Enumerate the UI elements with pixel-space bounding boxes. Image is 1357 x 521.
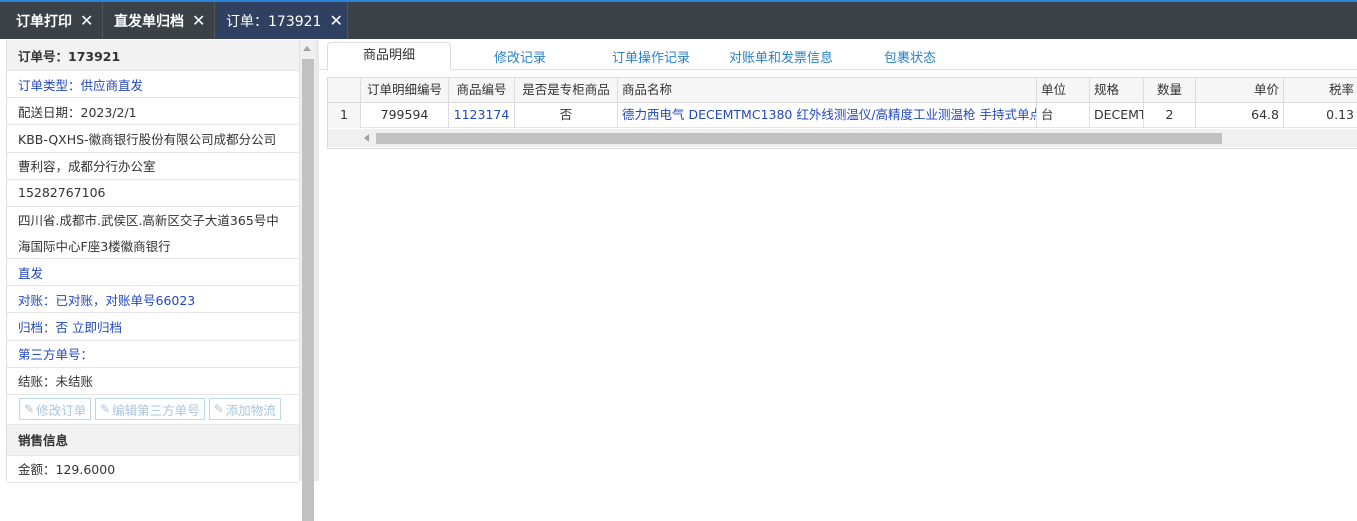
address-line-2: 海国际中心F座3楼徽商银行 (7, 233, 299, 259)
sales-amount: 金额：129.6000 (7, 456, 299, 484)
close-icon[interactable]: ✕ (80, 11, 93, 30)
action-buttons: ✎ 修改订单 ✎ 编辑第三方单号 ✎ 添加物流 (7, 395, 299, 425)
edit-icon: ✎ (24, 402, 35, 417)
archive-status[interactable]: 归档：否 立即归档 (7, 313, 299, 341)
tab-label: 直发单归档 (114, 13, 184, 30)
edit-third-party-button[interactable]: ✎ 编辑第三方单号 (95, 398, 205, 421)
cell-counter: 否 (515, 103, 618, 128)
scroll-left-arrow-icon[interactable] (364, 134, 369, 142)
close-icon[interactable]: ✕ (329, 11, 342, 30)
cell-unit: 台 (1037, 103, 1090, 128)
tab-bar: 订单打印 ✕ 直发单归档 ✕ 订单：173921 ✕ (0, 2, 1357, 39)
tab-order-detail[interactable]: 订单：173921 ✕ (216, 2, 348, 39)
col-header-product-id[interactable]: 商品编号 (449, 78, 515, 103)
customer-name: KBB-QXHS-徽商银行股份有限公司成都分公司 (7, 125, 299, 153)
col-header-quantity[interactable]: 数量 (1144, 78, 1196, 103)
contact-name: 曹利容，成都分行办公室 (7, 153, 299, 180)
tab-label: 订单打印 (16, 13, 72, 30)
cell-price: 64.8 (1196, 103, 1284, 128)
col-header-product-name[interactable]: 商品名称 (618, 78, 1037, 103)
tab-label: 订单：173921 (226, 13, 322, 30)
col-header-unit[interactable]: 单位 (1037, 78, 1090, 103)
tab-order-print[interactable]: 订单打印 ✕ (6, 2, 103, 39)
tab-package-status[interactable]: 包裹状态 (884, 47, 936, 66)
tab-direct-archive[interactable]: 直发单归档 ✕ (104, 2, 215, 39)
cell-product-id-link[interactable]: 1123174 (449, 103, 515, 128)
product-grid: 订单明细编号 商品编号 是否是专柜商品 商品名称 单位 规格 数量 单价 税率 … (327, 77, 1357, 149)
col-header-detail-id[interactable]: 订单明细编号 (361, 78, 449, 103)
settle-status: 结账：未结账 (7, 368, 299, 395)
contact-phone: 15282767106 (7, 180, 299, 207)
col-header-price[interactable]: 单价 (1196, 78, 1284, 103)
tab-order-operation-log[interactable]: 订单操作记录 (612, 47, 690, 66)
col-header-index (328, 78, 361, 103)
order-type: 订单类型：供应商直发 (7, 71, 299, 99)
tab-statement-invoice[interactable]: 对账单和发票信息 (729, 47, 833, 66)
reconcile-status[interactable]: 对账：已对账，对账单号66023 (7, 286, 299, 314)
scroll-up-arrow-icon[interactable] (303, 46, 311, 51)
edit-order-button[interactable]: ✎ 修改订单 (19, 398, 92, 421)
order-info-panel: 订单号：173921 订单类型：供应商直发 配送日期：2023/2/1 KBB-… (6, 40, 299, 484)
left-panel-scrollbar[interactable] (299, 40, 315, 521)
order-number: 订单号：173921 (7, 40, 299, 71)
scrollbar-thumb[interactable] (302, 59, 314, 521)
detail-tabs: 商品明细 修改记录 订单操作记录 对账单和发票信息 包裹状态 (319, 40, 1357, 71)
sales-info-title: 销售信息 (7, 424, 299, 456)
edit-icon: ✎ (100, 402, 111, 417)
tab-product-details[interactable]: 商品明细 (327, 42, 451, 71)
third-party-number[interactable]: 第三方单号： (7, 341, 299, 368)
table-row[interactable]: 1 799594 1123174 否 德力西电气 DECEMTMC1380 红外… (328, 103, 1357, 128)
cell-detail-id: 799594 (361, 103, 449, 128)
grid-header-row: 订单明细编号 商品编号 是否是专柜商品 商品名称 单位 规格 数量 单价 税率 (328, 78, 1357, 103)
ship-mode[interactable]: 直发 (7, 259, 299, 287)
delivery-date: 配送日期：2023/2/1 (7, 98, 299, 126)
scrollbar-thumb[interactable] (376, 133, 1222, 144)
close-icon[interactable]: ✕ (192, 11, 205, 30)
add-logistics-button[interactable]: ✎ 添加物流 (208, 398, 281, 421)
tab-change-log[interactable]: 修改记录 (494, 47, 546, 66)
cell-product-name-link[interactable]: 德力西电气 DECEMTMC1380 红外线测温仪/高精度工业测温枪 手持式单点 (618, 103, 1037, 128)
cell-quantity: 2 (1144, 103, 1196, 128)
cell-index: 1 (328, 103, 361, 128)
col-header-counter[interactable]: 是否是专柜商品 (515, 78, 618, 103)
grid-horizontal-scrollbar[interactable] (328, 129, 1357, 147)
detail-panel: 商品明细 修改记录 订单操作记录 对账单和发票信息 包裹状态 订单明细编号 商品… (319, 40, 1357, 481)
address-line-1: 四川省.成都市.武侯区.高新区交子大道365号中 (18, 213, 279, 229)
edit-icon: ✎ (213, 402, 224, 417)
cell-tax-rate: 0.13 (1284, 103, 1357, 128)
col-header-spec[interactable]: 规格 (1090, 78, 1144, 103)
col-header-tax-rate[interactable]: 税率 (1284, 78, 1357, 103)
cell-spec: DECEMTMC1380 (1090, 103, 1144, 128)
